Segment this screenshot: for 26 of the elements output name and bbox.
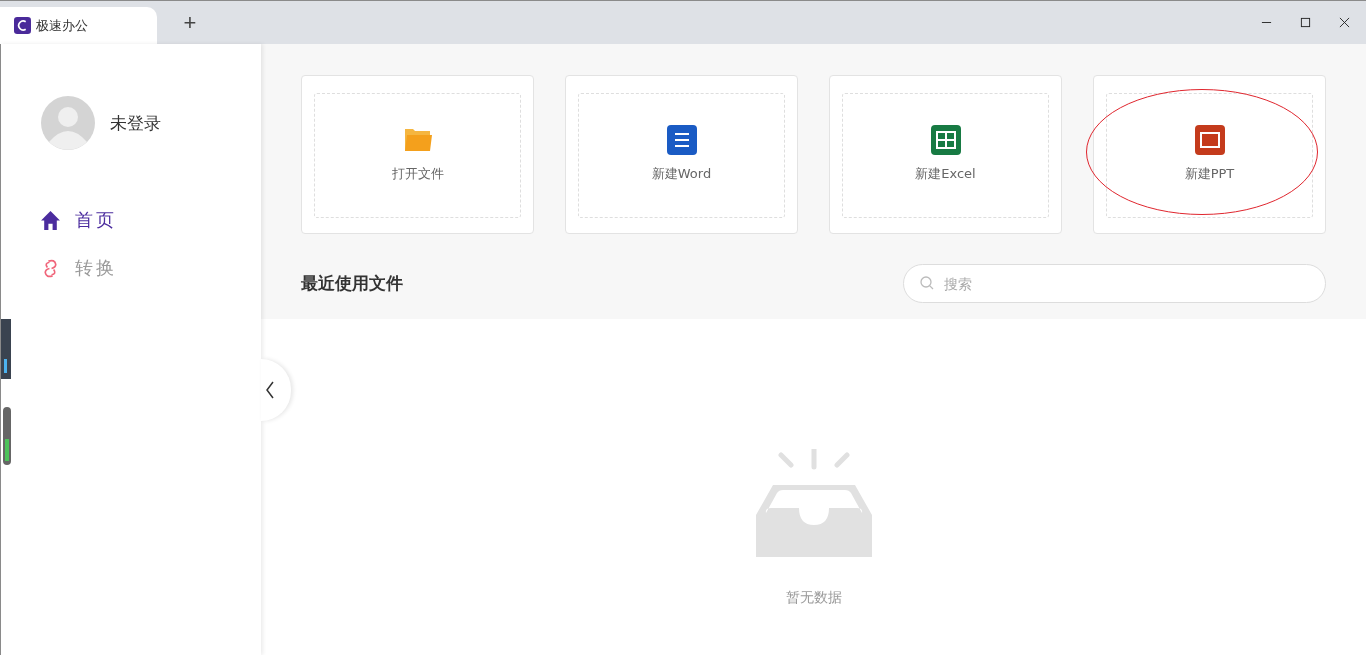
section-title: 最近使用文件: [301, 272, 403, 295]
app-logo-icon: [14, 17, 31, 34]
volume-meter-drawing: [3, 407, 11, 465]
card-label: 打开文件: [391, 164, 444, 183]
browser-tab[interactable]: 极速办公: [0, 7, 157, 44]
maximize-icon[interactable]: [1300, 17, 1311, 28]
card-label: 新建Excel: [915, 164, 976, 183]
action-card[interactable]: 新建Word: [565, 75, 798, 234]
close-icon[interactable]: [1339, 17, 1350, 28]
nav-item[interactable]: 首页: [40, 208, 117, 232]
search-field[interactable]: 搜索: [903, 264, 1326, 303]
tab-title: 极速办公: [36, 16, 88, 35]
empty-inbox-icon: [754, 449, 873, 559]
action-card[interactable]: 打开文件: [301, 75, 534, 234]
card-label: 新建Word: [651, 164, 712, 183]
new-tab-button[interactable]: +: [157, 1, 223, 44]
card-label: 新建PPT: [1184, 164, 1235, 183]
document-icon: [666, 124, 697, 155]
action-card[interactable]: 新建Excel: [829, 75, 1062, 234]
chevron-left-icon: [265, 381, 275, 399]
empty-state-text: 暂无数据: [785, 589, 842, 607]
home-icon: [40, 209, 61, 231]
level-meter-drawing: [1, 319, 11, 379]
user-name[interactable]: 未登录: [110, 111, 161, 135]
spreadsheet-icon: [930, 124, 961, 155]
presentation-icon: [1194, 124, 1225, 155]
